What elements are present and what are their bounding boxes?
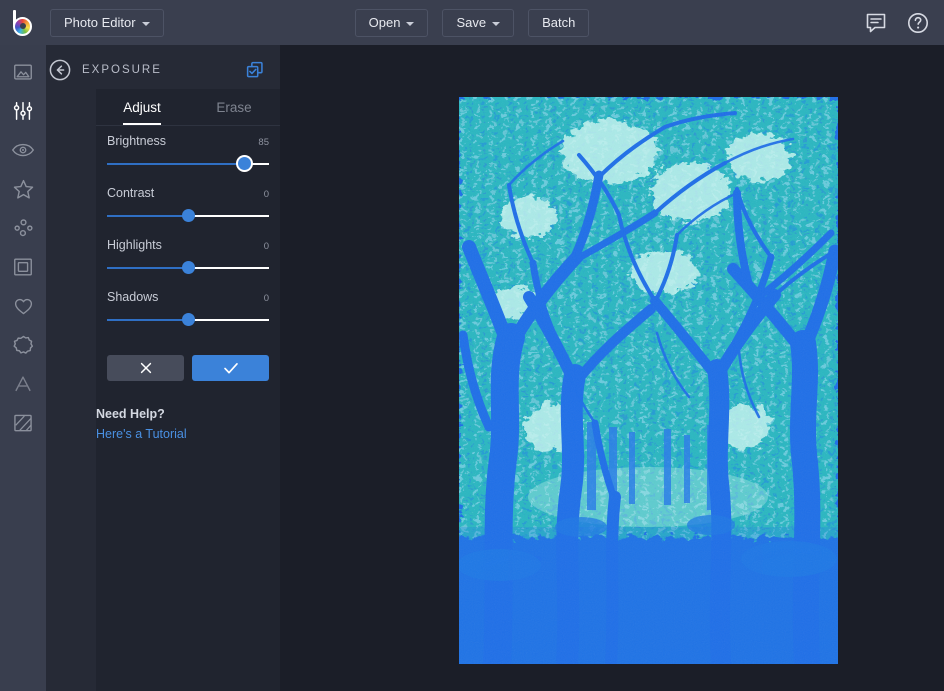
chevron-down-icon	[492, 22, 500, 26]
star-icon	[12, 178, 35, 201]
slider-shadows: Shadows 0	[107, 290, 269, 327]
slider-highlights-label: Highlights	[107, 238, 162, 252]
diagonal-stripes-square-icon	[12, 412, 34, 434]
tutorial-link[interactable]: Here's a Tutorial	[96, 427, 269, 441]
tree-path-image: 0%#33d7c0 35%#2fd0b8 70%#2ec9a6 100%#31c…	[459, 97, 838, 664]
sidebar-item-image[interactable]	[8, 60, 38, 84]
tool-panel: EXPOSURE Adjust Erase Brightn	[46, 45, 280, 691]
slider-brightness-handle[interactable]	[238, 157, 251, 170]
bazaart-color-wheel-logo-icon	[10, 10, 36, 36]
heart-icon	[12, 295, 35, 317]
copy-apply-check-icon[interactable]	[246, 61, 264, 79]
edited-photo[interactable]: 0%#33d7c0 35%#2fd0b8 70%#2ec9a6 100%#31c…	[459, 97, 838, 664]
slider-contrast-label: Contrast	[107, 186, 154, 200]
image-icon	[12, 61, 34, 83]
tool-panel-body: Adjust Erase Brightness 85	[96, 89, 280, 691]
slider-highlights-handle[interactable]	[182, 261, 195, 274]
sidebar-item-graphics[interactable]	[8, 294, 38, 318]
sliders-icon	[12, 100, 34, 122]
tool-rail	[0, 45, 46, 691]
sidebar-item-textures[interactable]	[8, 411, 38, 435]
close-x-icon	[138, 360, 154, 376]
action-buttons	[96, 342, 280, 381]
checkmark-icon	[222, 360, 240, 376]
slider-shadows-track[interactable]	[107, 313, 269, 327]
sidebar-item-text[interactable]	[8, 372, 38, 396]
open-button[interactable]: Open	[355, 9, 429, 37]
question-mark-circle-icon[interactable]	[906, 11, 930, 35]
tool-tabs: Adjust Erase	[96, 89, 280, 125]
slider-highlights-track[interactable]	[107, 261, 269, 275]
chevron-down-icon	[142, 22, 150, 26]
batch-label: Batch	[542, 15, 575, 30]
page-title: EXPOSURE	[82, 64, 236, 76]
tab-adjust-label: Adjust	[123, 100, 161, 115]
app-logo[interactable]	[0, 0, 46, 45]
sidebar-item-retouch[interactable]	[8, 216, 38, 240]
save-button[interactable]: Save	[442, 9, 514, 37]
eye-icon	[11, 139, 35, 161]
tool-panel-header: EXPOSURE	[46, 45, 280, 95]
slider-shadows-handle[interactable]	[182, 313, 195, 326]
sidebar-item-effects[interactable]	[8, 138, 38, 162]
slider-brightness-value: 85	[258, 137, 269, 148]
slider-brightness-label: Brightness	[107, 134, 166, 148]
batch-button[interactable]: Batch	[528, 9, 589, 37]
slider-contrast-track[interactable]	[107, 209, 269, 223]
chat-bubble-icon[interactable]	[864, 11, 888, 35]
slider-brightness-track[interactable]	[107, 157, 269, 171]
sidebar-item-touch-up[interactable]	[8, 177, 38, 201]
canvas-area[interactable]: 0%#33d7c0 35%#2fd0b8 70%#2ec9a6 100%#31c…	[280, 45, 944, 691]
slider-group: Brightness 85 Contrast 0	[96, 126, 280, 327]
slider-brightness: Brightness 85	[107, 134, 269, 171]
photo-editor-app: Photo Editor Open Save Batch	[0, 0, 944, 691]
dots-cluster-icon	[12, 217, 35, 240]
app-switcher-label: Photo Editor	[64, 15, 136, 30]
top-bar-right-actions	[864, 0, 930, 45]
slider-contrast-value: 0	[264, 189, 269, 200]
help-title: Need Help?	[96, 407, 269, 421]
cancel-button[interactable]	[107, 355, 184, 381]
slider-contrast-handle[interactable]	[182, 209, 195, 222]
tab-erase-label: Erase	[216, 100, 251, 115]
save-label: Save	[456, 15, 486, 30]
slider-shadows-value: 0	[264, 293, 269, 304]
open-label: Open	[369, 15, 401, 30]
chevron-down-icon	[406, 22, 414, 26]
slider-highlights: Highlights 0	[107, 238, 269, 275]
sidebar-item-frames[interactable]	[8, 255, 38, 279]
app-switcher-button[interactable]: Photo Editor	[50, 9, 164, 37]
badge-starburst-icon	[12, 334, 35, 357]
tab-erase[interactable]: Erase	[188, 89, 280, 125]
help-section: Need Help? Here's a Tutorial	[96, 381, 280, 441]
sidebar-item-adjust[interactable]	[8, 99, 38, 123]
apply-button[interactable]	[192, 355, 269, 381]
top-bar: Photo Editor Open Save Batch	[0, 0, 944, 45]
square-frame-icon	[12, 256, 34, 278]
slider-highlights-value: 0	[264, 241, 269, 252]
back-arrow-circle-icon[interactable]	[48, 58, 72, 82]
tab-adjust[interactable]: Adjust	[96, 89, 188, 125]
slider-shadows-label: Shadows	[107, 290, 158, 304]
slider-contrast: Contrast 0	[107, 186, 269, 223]
text-a-icon	[12, 373, 34, 395]
sidebar-item-stickers[interactable]	[8, 333, 38, 357]
